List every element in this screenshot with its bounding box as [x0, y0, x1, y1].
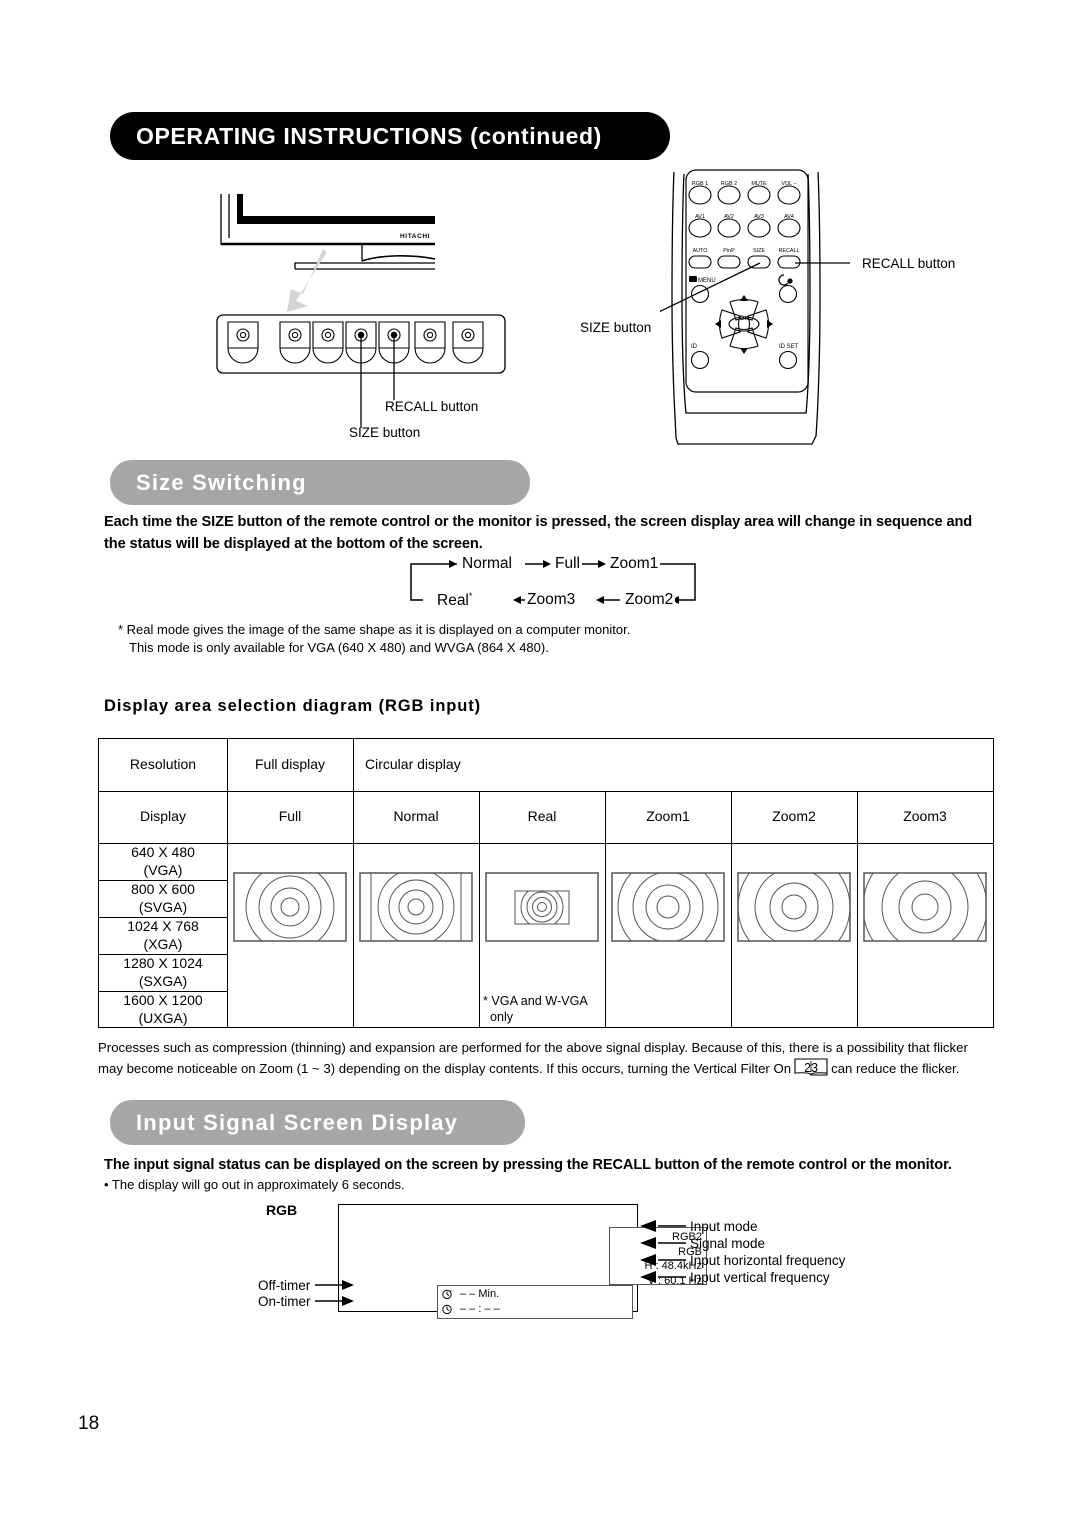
osd-on-timer-value: – – : – – — [460, 1302, 500, 1315]
flicker-note-part2: can reduce the flicker. — [831, 1061, 960, 1077]
resolution-name: (XGA) — [143, 935, 183, 952]
svg-text:MENU: MENU — [698, 278, 716, 284]
table-hline-2 — [99, 843, 993, 845]
cycle-label-real-text: Real — [437, 592, 469, 610]
table-col-header-normal: Normal — [393, 808, 439, 825]
osd-off-timer-row: F – – Min. — [442, 1287, 632, 1302]
table-row: 1600 X 1200 (UXGA) — [99, 991, 227, 1028]
cycle-label-zoom3: Zoom3 — [525, 591, 578, 609]
manual-page: OPERATING INSTRUCTIONS (continued) HITAC… — [0, 0, 1080, 1528]
table-row: 1280 X 1024 (SXGA) — [99, 954, 227, 991]
input-signal-intro: The input signal status can be displayed… — [104, 1157, 952, 1173]
display-area-table: Resolution Full display Circular display… — [98, 738, 994, 1028]
table-group-header-resolution: Resolution — [129, 756, 197, 773]
cycle-label-full: Full — [553, 555, 582, 573]
section-heading-label: Input Signal Screen Display — [136, 1109, 459, 1135]
section-heading-label: Size Switching — [136, 469, 307, 495]
osd-label-on-timer: On-timer — [258, 1294, 311, 1309]
cycle-real-asterisk: * — [468, 591, 473, 601]
display-area-subheading: Display area selection diagram (RGB inpu… — [104, 697, 482, 715]
table-graphic-zoom2 — [737, 872, 851, 947]
page-reference-number: 23 — [804, 1061, 819, 1076]
section-heading-size-switching: Size Switching — [110, 460, 530, 505]
real-mode-footnote-line2: This mode is only available for VGA (640… — [129, 640, 549, 656]
table-graphic-normal — [359, 872, 473, 947]
table-row: 1024 X 768 (XGA) — [99, 917, 227, 954]
table-row: 800 X 600 (SVGA) — [99, 880, 227, 917]
svg-text:OK: OK — [739, 315, 749, 322]
remote-control-figure: RGB 1 RGB 2 MUTE VOL − AV1 AV2 AV3 AV4 AUTO P… — [567, 168, 858, 448]
table-graphic-full — [233, 872, 347, 947]
real-note-line1: * VGA and W-VGA — [483, 994, 588, 1009]
resolution-value: 640 X 480 — [131, 844, 195, 860]
resolution-value: 1280 X 1024 — [123, 955, 203, 971]
osd-label-input-mode: Input mode — [690, 1219, 758, 1234]
osd-input-mode: RGB2 — [672, 1231, 702, 1243]
table-col-header-full: Full — [278, 808, 302, 825]
table-col-header-zoom2: Zoom2 — [772, 808, 816, 825]
osd-signal-mode: RGB — [678, 1245, 702, 1258]
remote-illustration: RGB 1 RGB 2 MUTE VOL − AV1 AV2 AV3 AV4 AUTO P… — [567, 169, 858, 445]
page-reference-icon: 23 — [794, 1058, 828, 1077]
real-column-note: * VGA and W-VGA only — [483, 992, 605, 1028]
svg-text:PinP: PinP — [723, 248, 735, 254]
osd-label-v-frequency: Input vertical frequency — [690, 1270, 830, 1285]
real-mode-footnote-line1: * Real mode gives the image of the same … — [118, 622, 631, 637]
table-col-header-zoom3: Zoom3 — [903, 808, 947, 825]
osd-on-timer-row: – – : – – — [442, 1302, 632, 1317]
size-switching-intro: Each time the SIZE button of the remote … — [104, 514, 973, 552]
remote-size-callout: SIZE button — [580, 320, 652, 335]
table-col-header-display: Display — [140, 808, 186, 825]
table-group-header-full-display: Full display — [254, 756, 326, 773]
osd-screen: RGB2 RGB H : 48.4kHz V : 60.1 Hz F – – M… — [338, 1204, 707, 1319]
osd-label-signal-mode: Signal mode — [690, 1236, 766, 1251]
table-graphic-zoom1 — [611, 872, 725, 947]
page-title: OPERATING INSTRUCTIONS (continued) — [136, 122, 602, 149]
osd-timer-box: F – – Min. – – : – – — [437, 1285, 633, 1319]
osd-off-timer-value: – – Min. — [460, 1287, 500, 1300]
resolution-name: (UXGA) — [138, 1009, 188, 1026]
resolution-value: 1024 X 768 — [127, 918, 199, 934]
monitor-size-callout: SIZE button — [349, 425, 421, 440]
svg-text:RECALL: RECALL — [779, 248, 800, 254]
flicker-note: Processes such as compression (thinning)… — [98, 1038, 994, 1079]
input-signal-bullet: • The display will go out in approximate… — [104, 1177, 405, 1192]
cycle-label-normal: Normal — [460, 555, 514, 573]
real-note-line2: only — [490, 1010, 514, 1024]
table-row: 640 X 480 (VGA) — [99, 843, 227, 880]
cycle-label-zoom2: Zoom2 — [623, 591, 676, 609]
svg-text:ID: ID — [691, 344, 698, 350]
svg-text:F: F — [450, 1289, 453, 1294]
svg-text:SIZE: SIZE — [753, 248, 765, 254]
svg-text:ID SET: ID SET — [779, 344, 799, 350]
table-col-header-real: Real — [527, 808, 557, 825]
clock-off-icon: F — [442, 1289, 453, 1300]
table-graphic-zoom3 — [863, 872, 987, 947]
resolution-name: (SXGA) — [138, 972, 188, 989]
size-cycle-diagram: Normal Full Zoom1 Real* Zoom3 Zoom2 — [405, 552, 705, 614]
osd-title: RGB — [266, 1202, 298, 1218]
cycle-label-real: Real* — [435, 591, 475, 611]
osd-label-h-frequency: Input horizontal frequency — [690, 1253, 846, 1268]
page-number: 18 — [78, 1413, 100, 1434]
resolution-name: (VGA) — [143, 861, 183, 878]
table-graphic-real — [485, 872, 599, 947]
page-banner: OPERATING INSTRUCTIONS (continued) — [110, 112, 670, 160]
section-heading-input-signal: Input Signal Screen Display — [110, 1100, 525, 1145]
cycle-label-zoom1: Zoom1 — [608, 555, 661, 573]
osd-h-frequency: H : 48.4kHz — [644, 1260, 702, 1273]
resolution-value: 800 X 600 — [131, 881, 195, 897]
remote-recall-callout: RECALL button — [862, 256, 956, 271]
resolution-value: 1600 X 1200 — [123, 992, 203, 1008]
osd-label-off-timer: Off-timer — [258, 1278, 311, 1293]
svg-text:AUTO: AUTO — [693, 248, 708, 254]
osd-diagram: RGB RGB2 RGB H : 48.4kHz V : 60.1 Hz F –… — [258, 1196, 878, 1326]
resolution-name: (SVGA) — [138, 898, 188, 915]
monitor-recall-callout: RECALL button — [385, 399, 479, 414]
table-col-header-zoom1: Zoom1 — [646, 808, 690, 825]
svg-text:HITACHI: HITACHI — [400, 233, 430, 240]
clock-on-icon — [442, 1304, 452, 1315]
real-mode-footnote: * Real mode gives the image of the same … — [118, 621, 758, 658]
table-group-header-circular-display: Circular display — [365, 756, 461, 773]
